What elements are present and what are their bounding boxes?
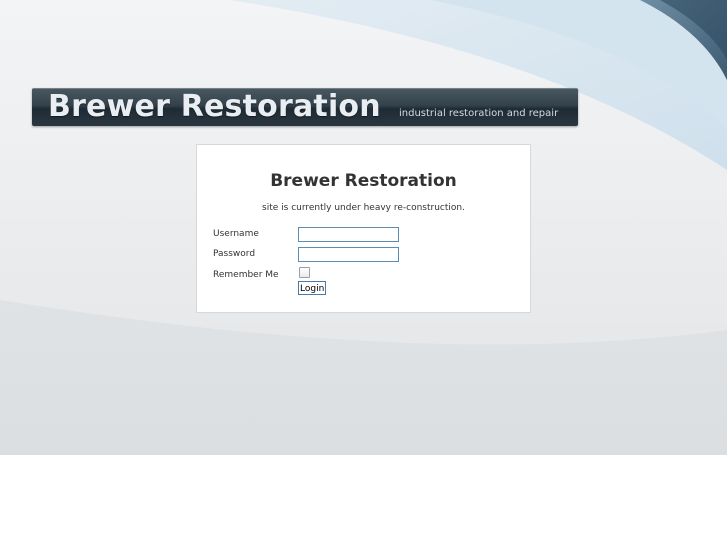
site-banner: Brewer Restoration industrial restoratio… xyxy=(32,88,578,126)
login-panel: Brewer Restoration site is currently und… xyxy=(196,144,531,313)
password-field[interactable] xyxy=(298,247,399,262)
panel-subtitle: site is currently under heavy re-constru… xyxy=(262,203,465,213)
remember-me-label: Remember Me xyxy=(213,270,279,280)
username-field[interactable] xyxy=(298,227,399,242)
banner-title: Brewer Restoration xyxy=(48,89,381,124)
password-label: Password xyxy=(213,249,256,259)
panel-title: Brewer Restoration xyxy=(270,171,457,191)
username-label: Username xyxy=(213,229,259,239)
login-button[interactable]: Login xyxy=(298,281,327,295)
banner-tagline: industrial restoration and repair xyxy=(399,108,559,119)
remember-me-checkbox[interactable] xyxy=(299,267,310,278)
